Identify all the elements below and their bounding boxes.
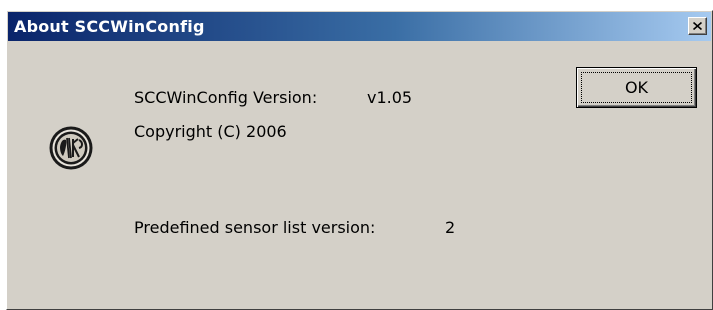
company-logo-icon (49, 126, 93, 170)
close-button[interactable] (688, 17, 707, 35)
about-dialog: About SCCWinConfig SCCWinConfig Version:… (6, 10, 713, 310)
window-title: About SCCWinConfig (14, 17, 205, 36)
version-value: v1.05 (367, 88, 413, 107)
close-icon (693, 22, 702, 30)
ok-focus-rect: OK (581, 72, 692, 103)
copyright-text: Copyright (C) 2006 (134, 122, 287, 141)
ok-button-label: OK (624, 78, 649, 97)
dialog-content: SCCWinConfig Version: v1.05 Copyright (C… (7, 41, 712, 309)
sensor-list-label: Predefined sensor list version: (134, 218, 376, 237)
sensor-list-value: 2 (445, 218, 456, 237)
ok-button[interactable]: OK (576, 67, 697, 108)
version-label: SCCWinConfig Version: (134, 88, 318, 107)
title-bar[interactable]: About SCCWinConfig (8, 12, 711, 41)
